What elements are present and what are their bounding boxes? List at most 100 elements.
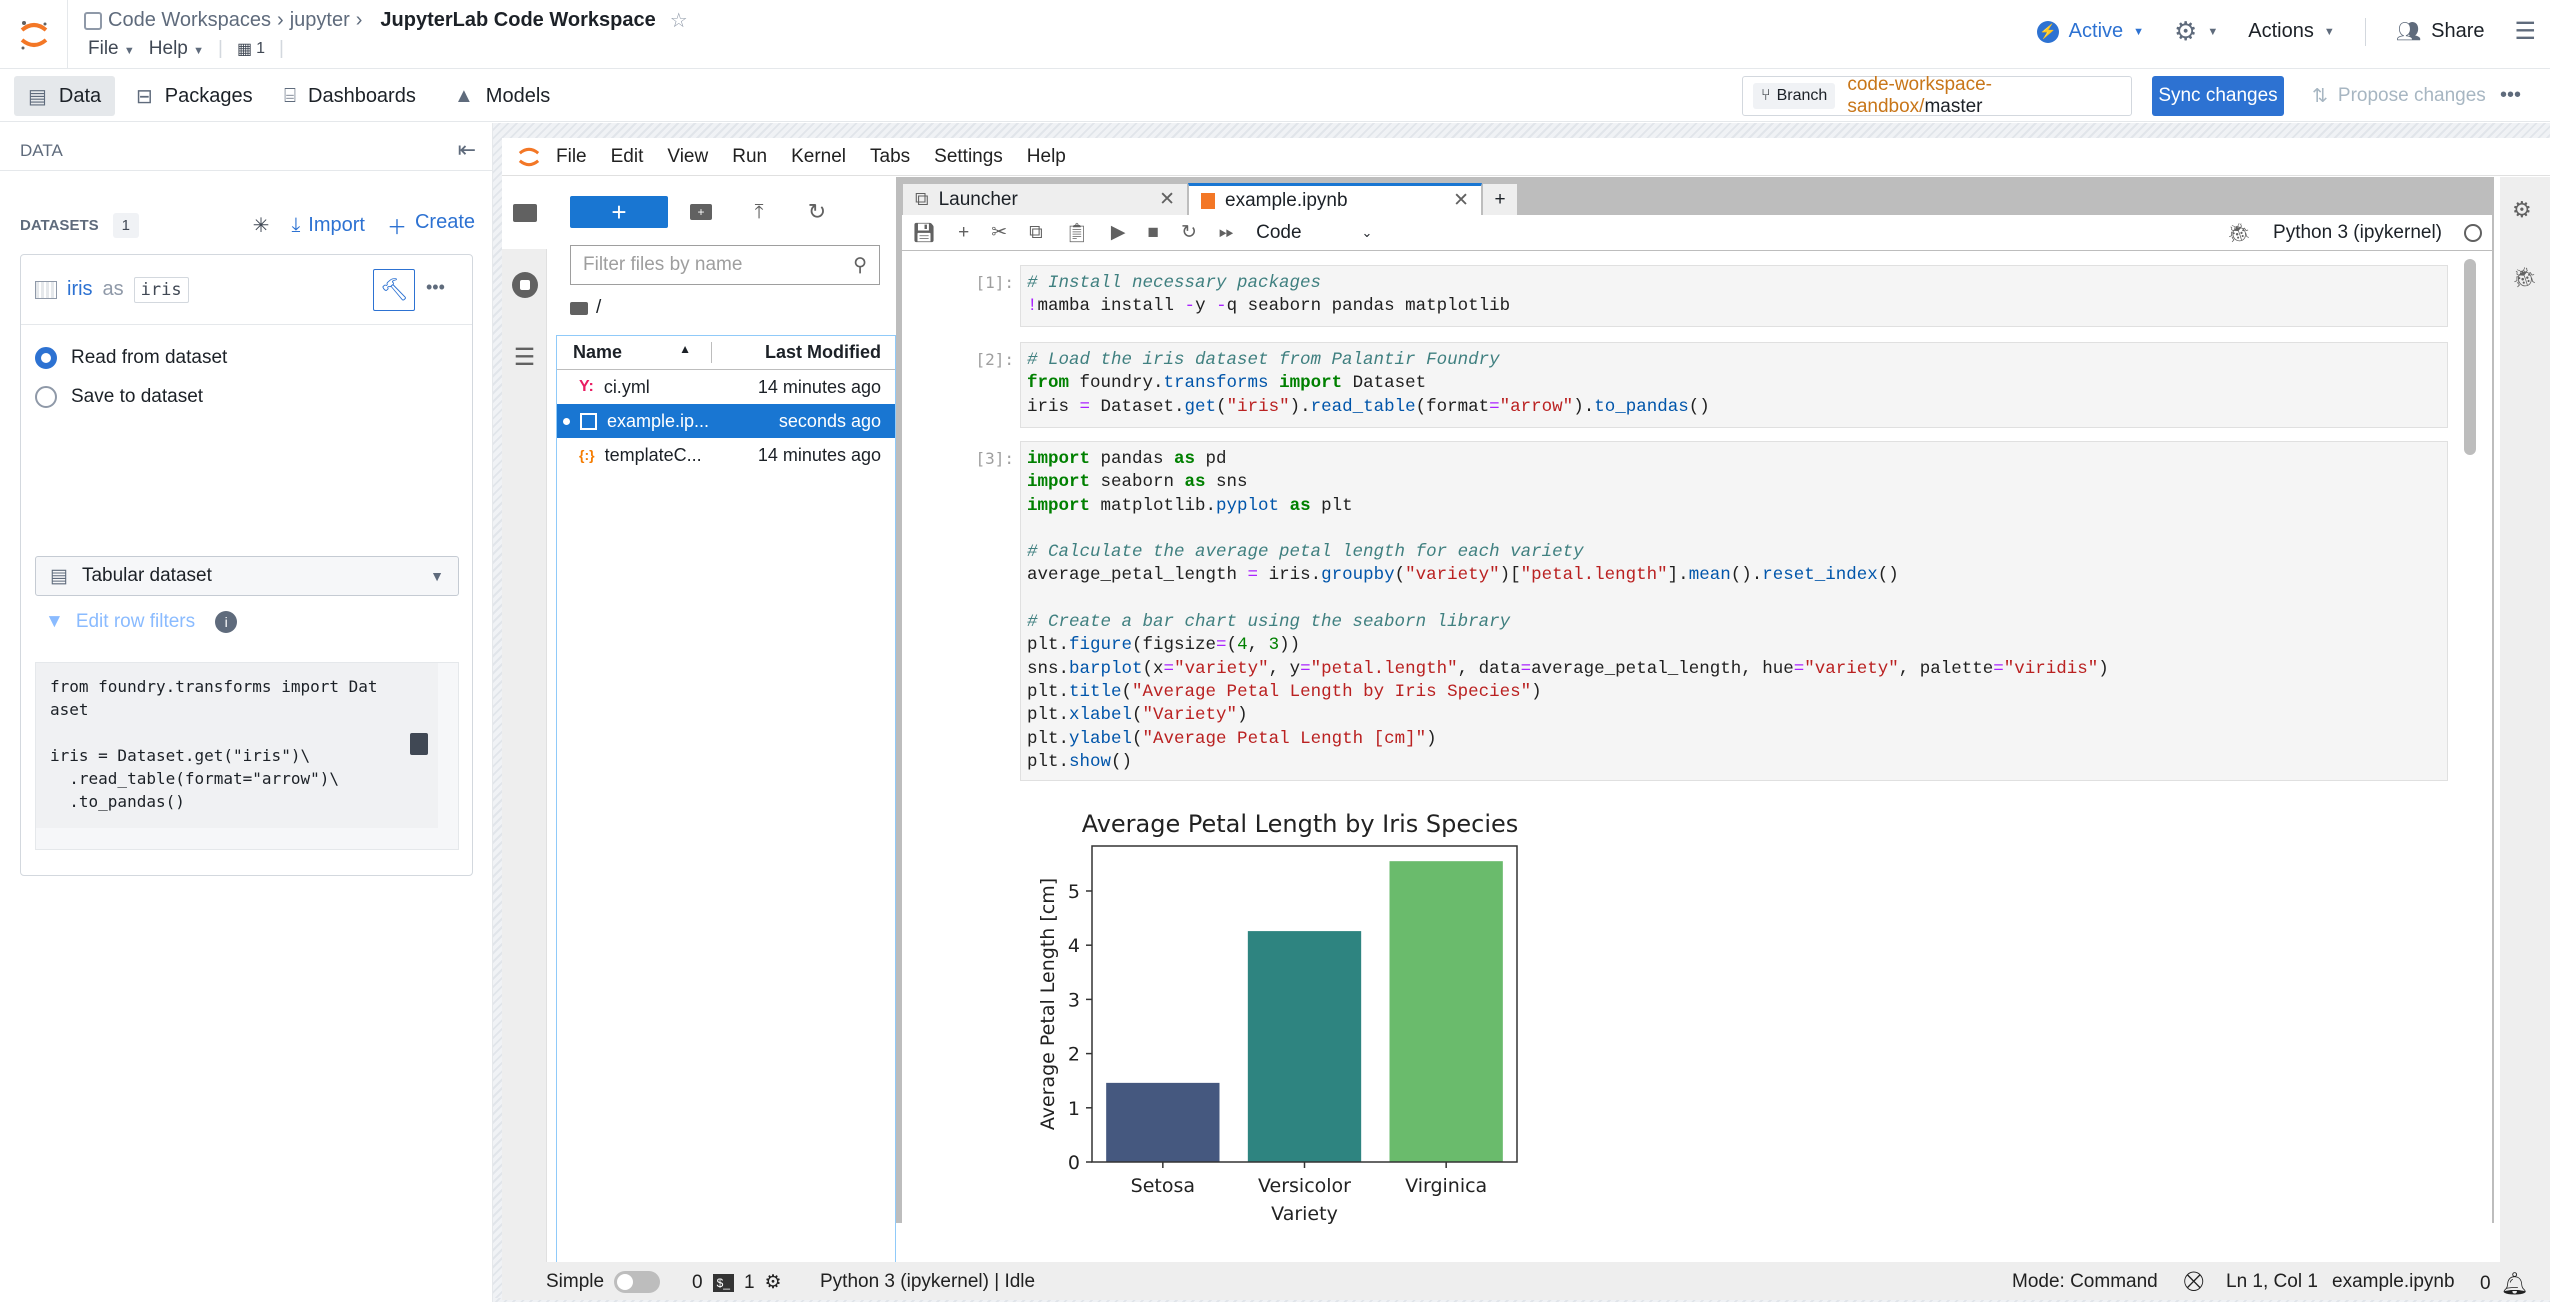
collapse-panel-icon[interactable]: ⇤ [458,137,476,163]
launcher-icon: ⧉ [915,188,929,210]
notifications[interactable]: 0 🔔︎ [2480,1271,2529,1297]
menu-view[interactable]: View [667,146,708,168]
breadcrumb-jupyter[interactable]: jupyter [290,9,350,32]
dataset-card: iris as iris 🔨︎ ••• Read from dataset Sa… [20,254,473,876]
file-row[interactable]: Y: ci.yml 14 minutes ago [557,370,895,404]
column-name[interactable]: Name ▲ [557,342,712,363]
more-options-icon[interactable]: ••• [426,277,445,298]
notebook-scrollbar[interactable] [2464,259,2476,455]
cell-code[interactable]: import pandas as pd import seaborn as sn… [1020,441,2448,781]
kernel-name[interactable]: Python 3 (ipykernel) [2273,222,2442,244]
kernel-status[interactable]: Python 3 (ipykernel) | Idle [820,1271,1035,1293]
jupyter-menu-bar: File Edit View Run Kernel Tabs Settings … [502,138,2550,176]
path-breadcrumb[interactable]: / [570,297,601,319]
tab-models[interactable]: ▲ Models [440,76,564,116]
dataset-type-select[interactable]: ▤ Tabular dataset ▼ [35,556,459,596]
run-icon[interactable]: ▶ [1111,221,1126,244]
cut-icon[interactable]: ✂ [991,221,1007,244]
filter-files-input[interactable]: Filter files by name ⚲ [570,245,880,285]
insert-cell-icon[interactable]: + [958,222,969,244]
debugger-icon[interactable]: 🐞︎ [2227,221,2251,245]
close-icon[interactable]: ✕ [1159,188,1175,211]
share-button[interactable]: 👥︎ Share [2396,19,2485,44]
chevron-down-icon: ⌄ [1361,224,1373,240]
cell-code[interactable]: # Load the iris dataset from Palantir Fo… [1020,342,2448,428]
tab-example-ipynb[interactable]: example.ipynb ✕ [1188,183,1482,215]
kernel-counts[interactable]: 0 $_ 1 ⚙ [692,1271,782,1294]
propose-changes-button[interactable]: ⇅ Propose changes [2312,76,2486,116]
info-icon[interactable]: i [215,611,238,633]
debugger-icon[interactable]: 🐞︎ [2512,265,2537,290]
refresh-icon[interactable]: ↻ [804,199,830,225]
file-browser-tab[interactable] [502,177,548,249]
menu-help[interactable]: Help [1027,146,1066,168]
table-of-contents-tab[interactable]: ☰ [502,321,547,393]
menu-file[interactable]: File [556,146,587,168]
menu-run[interactable]: Run [732,146,767,168]
dataset-name-link[interactable]: iris [67,278,93,301]
chevron-right-icon: › [277,9,284,31]
clipboard-icon[interactable] [410,733,428,755]
simple-mode-toggle[interactable]: Simple [546,1271,661,1293]
restart-icon[interactable]: ↻ [1181,221,1197,244]
upload-icon[interactable]: ⤒ [746,199,772,225]
sync-changes-button[interactable]: Sync changes [2152,76,2284,116]
file-row[interactable]: {:} templateC... 14 minutes ago [557,438,895,472]
radio-label: Save to dataset [71,386,204,407]
property-inspector-icon[interactable]: ⚙ [2512,197,2532,223]
as-label: as [102,278,124,300]
menu-edit[interactable]: Edit [611,146,644,168]
trust-icon[interactable]: ⛒ [2184,1271,2203,1293]
save-icon[interactable]: 💾︎ [912,221,936,245]
close-icon[interactable]: ✕ [1453,189,1469,212]
actions-dropdown[interactable]: Actions ▼ [2248,20,2334,43]
menu-kernel[interactable]: Kernel [791,146,846,168]
import-button[interactable]: ⤓ Import [291,214,365,237]
alias-input[interactable]: iris [133,276,189,303]
new-tab-button[interactable]: + [1482,183,1518,215]
create-button[interactable]: ＋ Create [387,211,475,240]
tab-launcher[interactable]: ⧉ Launcher ✕ [902,183,1188,215]
running-sessions-tab[interactable] [502,249,547,321]
cursor-position[interactable]: Ln 1, Col 1 [2226,1271,2318,1293]
tab-dashboards[interactable]: ⌸ Dashboards [270,76,430,116]
new-launcher-button[interactable]: + [570,196,668,228]
running-dot-icon [563,417,570,425]
git-branch-icon: ⑂ [1761,87,1771,104]
menu-tabs[interactable]: Tabs [870,146,910,168]
file-menu[interactable]: File ▼ [88,38,135,60]
hammer-icon: 🔨︎ [380,277,408,302]
paste-icon[interactable]: 📋︎ [1065,221,1089,245]
more-options-icon[interactable]: ••• [2500,84,2521,107]
file-name: templateC... [604,444,702,465]
read-from-dataset-radio[interactable]: Read from dataset [35,347,227,369]
star-icon[interactable]: ☆ [670,8,688,33]
help-menu[interactable]: Help ▼ [149,38,204,60]
build-button[interactable]: 🔨︎ [373,269,415,311]
app-logo[interactable] [0,0,68,69]
run-all-icon[interactable]: ⏩︎ [1219,222,1234,244]
tab-data[interactable]: ▤ Data [14,76,116,116]
edit-row-filters-button[interactable]: ▼ Edit row filters i [45,611,238,633]
tab-packages[interactable]: ⊟ Packages [122,76,267,116]
cell-type-select[interactable]: Code ⌄ [1256,222,1372,244]
file-row-selected[interactable]: example.ip... seconds ago [557,404,895,438]
branch-selector[interactable]: ⑂ Branch code-workspace-sandbox/master [1742,74,2132,117]
toggle-switch[interactable] [614,1271,661,1293]
column-last-modified[interactable]: Last Modified [712,342,895,363]
copy-icon[interactable]: ⧉ [1029,222,1043,244]
notebook-toolbar: 💾︎ + ✂ ⧉ 📋︎ ▶ ■ ↻ ⏩︎ Code ⌄ 🐞︎ Python 3 (… [902,215,2492,251]
status-dropdown[interactable]: ⚡ Active ▼ [2036,20,2144,43]
new-folder-icon[interactable]: + [688,199,714,225]
stop-icon[interactable]: ■ [1147,222,1158,244]
settings-dropdown[interactable]: ⚙ ▼ [2174,16,2218,47]
cell-code[interactable]: # Install necessary packages !mamba inst… [1020,265,2448,327]
menu-settings[interactable]: Settings [934,146,1003,168]
branches-indicator[interactable]: ▦ 1 [237,39,265,59]
divider: | [279,38,284,59]
breadcrumb-code-workspaces[interactable]: Code Workspaces [108,9,271,32]
save-to-dataset-radio[interactable]: Save to dataset [35,386,203,408]
lineage-icon[interactable]: ✳ [253,213,270,238]
lightning-icon: ⚡ [2036,20,2059,43]
sidebar-toggle-icon[interactable]: ☰ [2514,17,2536,46]
